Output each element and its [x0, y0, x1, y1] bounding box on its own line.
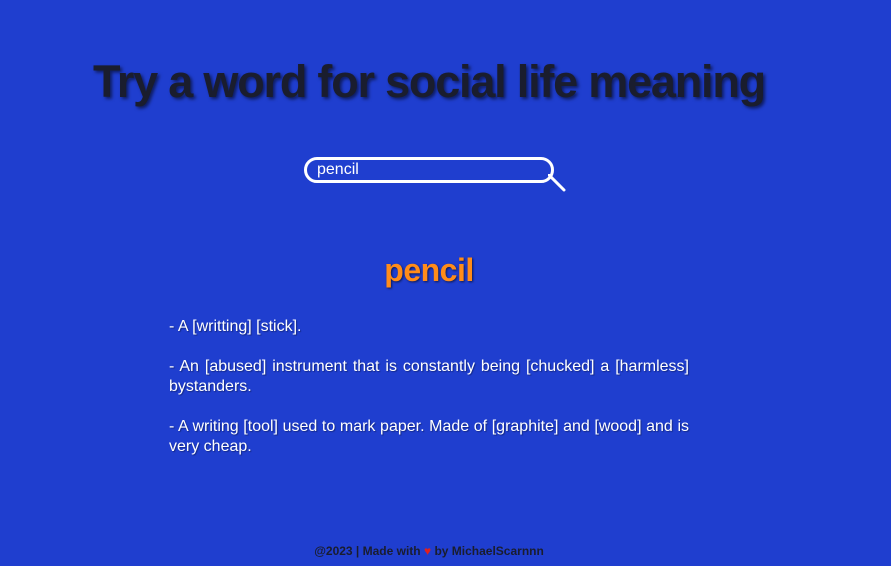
- page-title: Try a word for social life meaning: [93, 56, 766, 107]
- footer: @2023 | Made with ♥ by MichaelScarnnn: [0, 544, 858, 558]
- search-icon[interactable]: [548, 174, 566, 192]
- footer-prefix: @2023 | Made with: [314, 544, 421, 558]
- definition-list: - A [writting] [stick]. - An [abused] in…: [169, 317, 689, 477]
- footer-author: by MichaelScarnnn: [434, 544, 544, 558]
- search-bar: [304, 157, 566, 193]
- definition-item: - A [writting] [stick].: [169, 318, 302, 335]
- search-input[interactable]: [304, 157, 554, 183]
- definition-item: - A writing [tool] used to mark paper. M…: [169, 418, 689, 455]
- result-word: pencil: [384, 252, 474, 288]
- heart-icon: ♥: [423, 544, 432, 558]
- definition-item: - An [abused] instrument that is constan…: [169, 358, 689, 395]
